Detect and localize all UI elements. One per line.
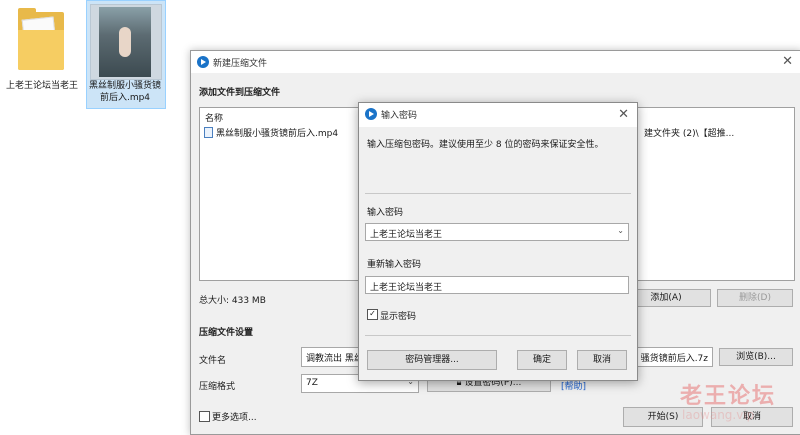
confirm-password-value: 上老王论坛当老王 <box>370 283 443 293</box>
password-input[interactable]: 上老王论坛当老王 ⌄ <box>365 223 629 241</box>
watermark-url-text: laowang.vip <box>682 408 755 422</box>
section-archive-settings: 压缩文件设置 <box>199 328 254 338</box>
password-manager-button[interactable]: 密码管理器... <box>367 350 497 370</box>
video-thumbnail-icon <box>90 4 162 80</box>
confirm-password-input[interactable]: 上老王论坛当老王 <box>365 276 629 294</box>
total-size: 总大小: 433 MB <box>199 296 266 306</box>
app-logo-icon <box>197 56 209 68</box>
file-path: 建文件夹 (2)\【超推... <box>644 129 735 139</box>
file-name: 黑丝制服小骚货镜前后入.mp4 <box>216 129 339 139</box>
folder-icon <box>18 8 64 70</box>
column-header-name[interactable]: 名称 <box>205 111 223 124</box>
filename-label: 文件名 <box>199 356 227 366</box>
dialog-title: 新建压缩文件 <box>213 59 268 69</box>
format-label: 压缩格式 <box>199 382 236 392</box>
divider <box>365 193 631 194</box>
close-icon[interactable]: ✕ <box>782 54 793 69</box>
list-item[interactable]: 黑丝制服小骚货镜前后入.mp4 <box>204 126 338 139</box>
password-value: 上老王论坛当老王 <box>370 230 443 240</box>
show-password-checkbox[interactable]: ✓ <box>367 309 378 320</box>
desktop-folder-label: 上老王论坛当老王 <box>5 81 78 91</box>
password-description: 输入压缩包密码。建议使用至少 8 位的密码来保证安全性。 <box>367 140 604 150</box>
password-cancel-button[interactable]: 取消 <box>577 350 627 370</box>
more-options-label[interactable]: 更多选项... <box>212 410 257 423</box>
show-password-label[interactable]: 显示密码 <box>380 309 416 322</box>
file-icon <box>204 127 213 138</box>
watermark-logo-text: 老王论坛 <box>680 384 777 409</box>
format-value: 7Z <box>306 378 318 388</box>
section-add-files: 添加文件到压缩文件 <box>199 88 281 98</box>
password-dialog: 输入密码 ✕ 输入压缩包密码。建议使用至少 8 位的密码来保证安全性。 输入密码… <box>358 102 638 381</box>
more-options-checkbox[interactable] <box>199 411 210 422</box>
desktop-video-label: 黑丝制服小骚货镜前后入.mp4 <box>88 81 161 103</box>
confirm-password-label: 重新输入密码 <box>367 260 422 270</box>
password-dialog-title: 输入密码 <box>381 111 418 121</box>
remove-button[interactable]: 删除(D) <box>717 289 793 307</box>
app-logo-icon <box>365 108 377 120</box>
browse-button[interactable]: 浏览(B)... <box>719 348 793 366</box>
filename-value-left: 调教流出 黑丝 <box>306 354 363 364</box>
filename-value-right: 骚货镜前后入.7z <box>640 354 708 364</box>
ok-button[interactable]: 确定 <box>517 350 567 370</box>
chevron-down-icon[interactable]: ⌄ <box>617 226 624 235</box>
password-dialog-titlebar: 输入密码 ✕ <box>359 103 637 127</box>
divider <box>365 335 631 336</box>
password-label: 输入密码 <box>367 208 404 218</box>
close-icon[interactable]: ✕ <box>618 107 629 122</box>
dialog-titlebar: 新建压缩文件 ✕ <box>191 51 800 73</box>
